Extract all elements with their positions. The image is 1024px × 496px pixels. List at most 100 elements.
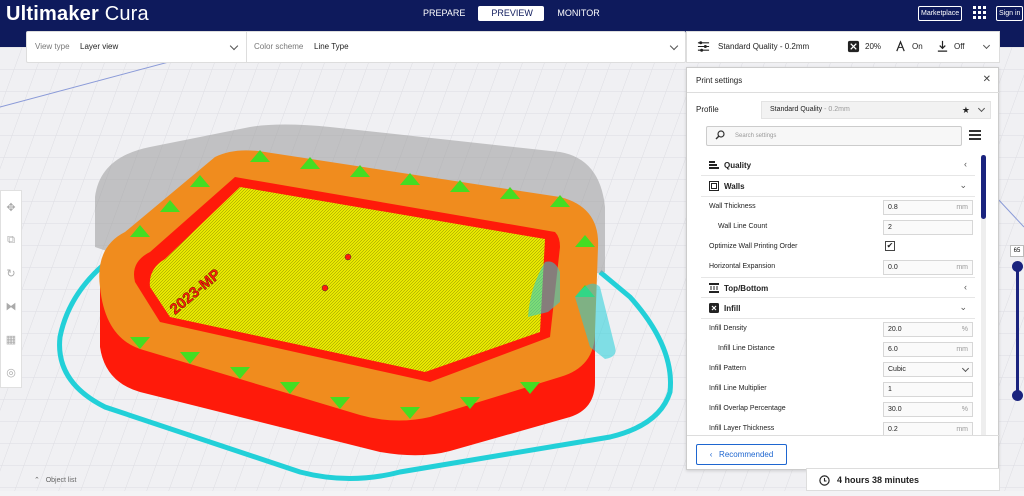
move-icon[interactable]: ✥ xyxy=(1,191,21,224)
setting-label: Infill Line Distance xyxy=(718,345,775,352)
category-label: Walls xyxy=(724,182,745,191)
rotate-icon[interactable]: ↻ xyxy=(1,257,21,290)
tab-prepare[interactable]: PREPARE xyxy=(410,6,478,21)
marketplace-button[interactable]: Marketplace xyxy=(918,6,963,21)
category-label: Infill xyxy=(724,304,741,313)
infill-line-distance-input[interactable]: 6.0 mm xyxy=(883,342,973,357)
setting-value: 2 xyxy=(888,224,892,231)
view-type-dropdown[interactable]: Layer view xyxy=(80,32,118,62)
setting-unit: mm xyxy=(956,204,968,211)
support-icon xyxy=(896,40,905,52)
category-infill[interactable]: Infill ⌄ xyxy=(701,298,975,319)
category-walls[interactable]: Walls ⌄ xyxy=(701,176,975,197)
tab-preview[interactable]: PREVIEW xyxy=(478,6,545,21)
left-tool-bar: ✥ ⧉ ↻ ⧓ ▦ ◎ xyxy=(0,190,22,388)
layer-top-handle[interactable] xyxy=(1012,261,1023,272)
layer-slider[interactable]: 65 xyxy=(1010,245,1024,405)
category-topbottom[interactable]: Top/Bottom ‹ xyxy=(701,277,975,298)
support-blocker-icon[interactable]: ◎ xyxy=(1,356,21,389)
topbottom-icon xyxy=(709,283,719,293)
infill-icon xyxy=(847,40,860,53)
view-toolbar: View type Layer view Color scheme Line T… xyxy=(26,31,686,63)
wall-line-count-input[interactable]: 2 xyxy=(883,220,973,235)
setting-label: Infill Density xyxy=(709,325,747,332)
quality-icon xyxy=(709,161,719,169)
scale-icon[interactable]: ⧉ xyxy=(1,224,21,257)
optimize-wall-checkbox[interactable]: ✔ xyxy=(885,241,895,251)
category-label: Top/Bottom xyxy=(724,284,769,293)
support-summary: On xyxy=(912,42,923,51)
chevron-left-icon: ‹ xyxy=(964,159,967,169)
layer-track[interactable] xyxy=(1016,265,1019,395)
view-type-label: View type xyxy=(35,42,70,51)
setting-unit: % xyxy=(961,326,968,333)
setting-label: Optimize Wall Printing Order xyxy=(709,243,798,250)
walls-icon xyxy=(709,181,719,191)
layer-bottom-handle[interactable] xyxy=(1012,390,1023,401)
object-list-toggle[interactable]: ⌃ Object list xyxy=(34,476,76,484)
tab-monitor[interactable]: MONITOR xyxy=(544,6,612,21)
per-model-settings-icon[interactable]: ▦ xyxy=(1,323,21,356)
color-scheme-dropdown[interactable]: Line Type xyxy=(314,32,349,62)
layer-number[interactable]: 65 xyxy=(1010,245,1024,257)
horizontal-expansion-input[interactable]: 0.0 mm xyxy=(883,260,973,275)
signin-button[interactable]: Sign in xyxy=(996,6,1024,21)
sliders-icon xyxy=(697,41,710,52)
setting-infill-density: Infill Density 20.0% xyxy=(701,319,975,339)
profile-summary: Standard Quality - 0.2mm xyxy=(718,42,810,51)
hole-marker xyxy=(321,284,329,292)
setting-value: 0.2 xyxy=(888,426,898,433)
infill-overlap-input[interactable]: 30.0% xyxy=(883,402,973,417)
chevron-down-icon[interactable] xyxy=(977,104,986,113)
recommended-label: Recommended xyxy=(719,450,774,459)
logo-bold: Ultimaker xyxy=(6,3,99,25)
profile-dropdown[interactable]: Standard Quality - 0.2mm ★ xyxy=(761,101,991,119)
setting-value: 6.0 xyxy=(888,346,898,353)
setting-label: Infill Layer Thickness xyxy=(709,425,775,432)
clock-icon xyxy=(819,475,830,486)
scrollbar-thumb[interactable] xyxy=(981,155,986,219)
infill-layer-thickness-input[interactable]: 0.2 mm xyxy=(883,422,973,435)
search-input[interactable]: Search settings xyxy=(706,126,962,146)
stage-tabs: PREPARE PREVIEW MONITOR xyxy=(410,6,613,21)
infill-line-multiplier-input[interactable]: 1 xyxy=(883,382,973,397)
search-icon xyxy=(715,130,725,140)
setting-value: 30.0 xyxy=(888,406,902,413)
close-icon[interactable]: ✕ xyxy=(983,74,991,85)
infill-summary: 20% xyxy=(865,42,882,51)
chevron-down-icon[interactable] xyxy=(669,41,679,51)
setting-optimize-wall: Optimize Wall Printing Order ✔ xyxy=(701,237,975,257)
adhesion-icon xyxy=(937,40,948,52)
setting-value: 20.0 xyxy=(888,326,902,333)
profile-value: Standard Quality xyxy=(770,106,823,113)
settings-scrollbar[interactable] xyxy=(981,155,986,435)
setting-value: 1 xyxy=(888,386,892,393)
infill-pattern-dropdown[interactable]: Cubic xyxy=(883,362,973,377)
setting-value: Cubic xyxy=(888,366,906,373)
chevron-down-icon[interactable] xyxy=(229,41,239,51)
color-scheme-label: Color scheme xyxy=(254,42,304,51)
category-label: Quality xyxy=(724,161,752,170)
profile-sub: - 0.2mm xyxy=(822,106,850,113)
setting-infill-pattern: Infill Pattern Cubic xyxy=(701,359,975,379)
print-time-box: 4 hours 38 minutes xyxy=(806,468,1000,491)
mirror-icon[interactable]: ⧓ xyxy=(1,290,21,323)
category-quality[interactable]: Quality ‹ xyxy=(701,155,975,176)
hole-marker xyxy=(344,253,352,261)
print-setup-bar[interactable]: Standard Quality - 0.2mm 20% On Off xyxy=(686,31,1000,63)
infill-icon xyxy=(709,303,719,313)
wall-thickness-input[interactable]: 0.8 mm xyxy=(883,200,973,215)
recommended-button[interactable]: ‹ Recommended xyxy=(696,444,787,465)
setting-label: Infill Pattern xyxy=(709,365,746,372)
chevron-down-icon: ⌄ xyxy=(959,302,967,312)
adhesion-summary: Off xyxy=(954,42,965,51)
setting-unit: mm xyxy=(956,346,968,353)
apps-grid-icon[interactable] xyxy=(973,6,987,20)
setting-unit: mm xyxy=(956,264,968,271)
star-icon[interactable]: ★ xyxy=(962,102,970,118)
infill-density-input[interactable]: 20.0% xyxy=(883,322,973,337)
print-settings-panel: Print settings ✕ Profile Standard Qualit… xyxy=(686,67,1000,470)
setting-infill-layer-thickness: Infill Layer Thickness 0.2 mm xyxy=(701,419,975,435)
chevron-down-icon[interactable] xyxy=(982,41,991,50)
menu-icon[interactable] xyxy=(969,130,981,141)
